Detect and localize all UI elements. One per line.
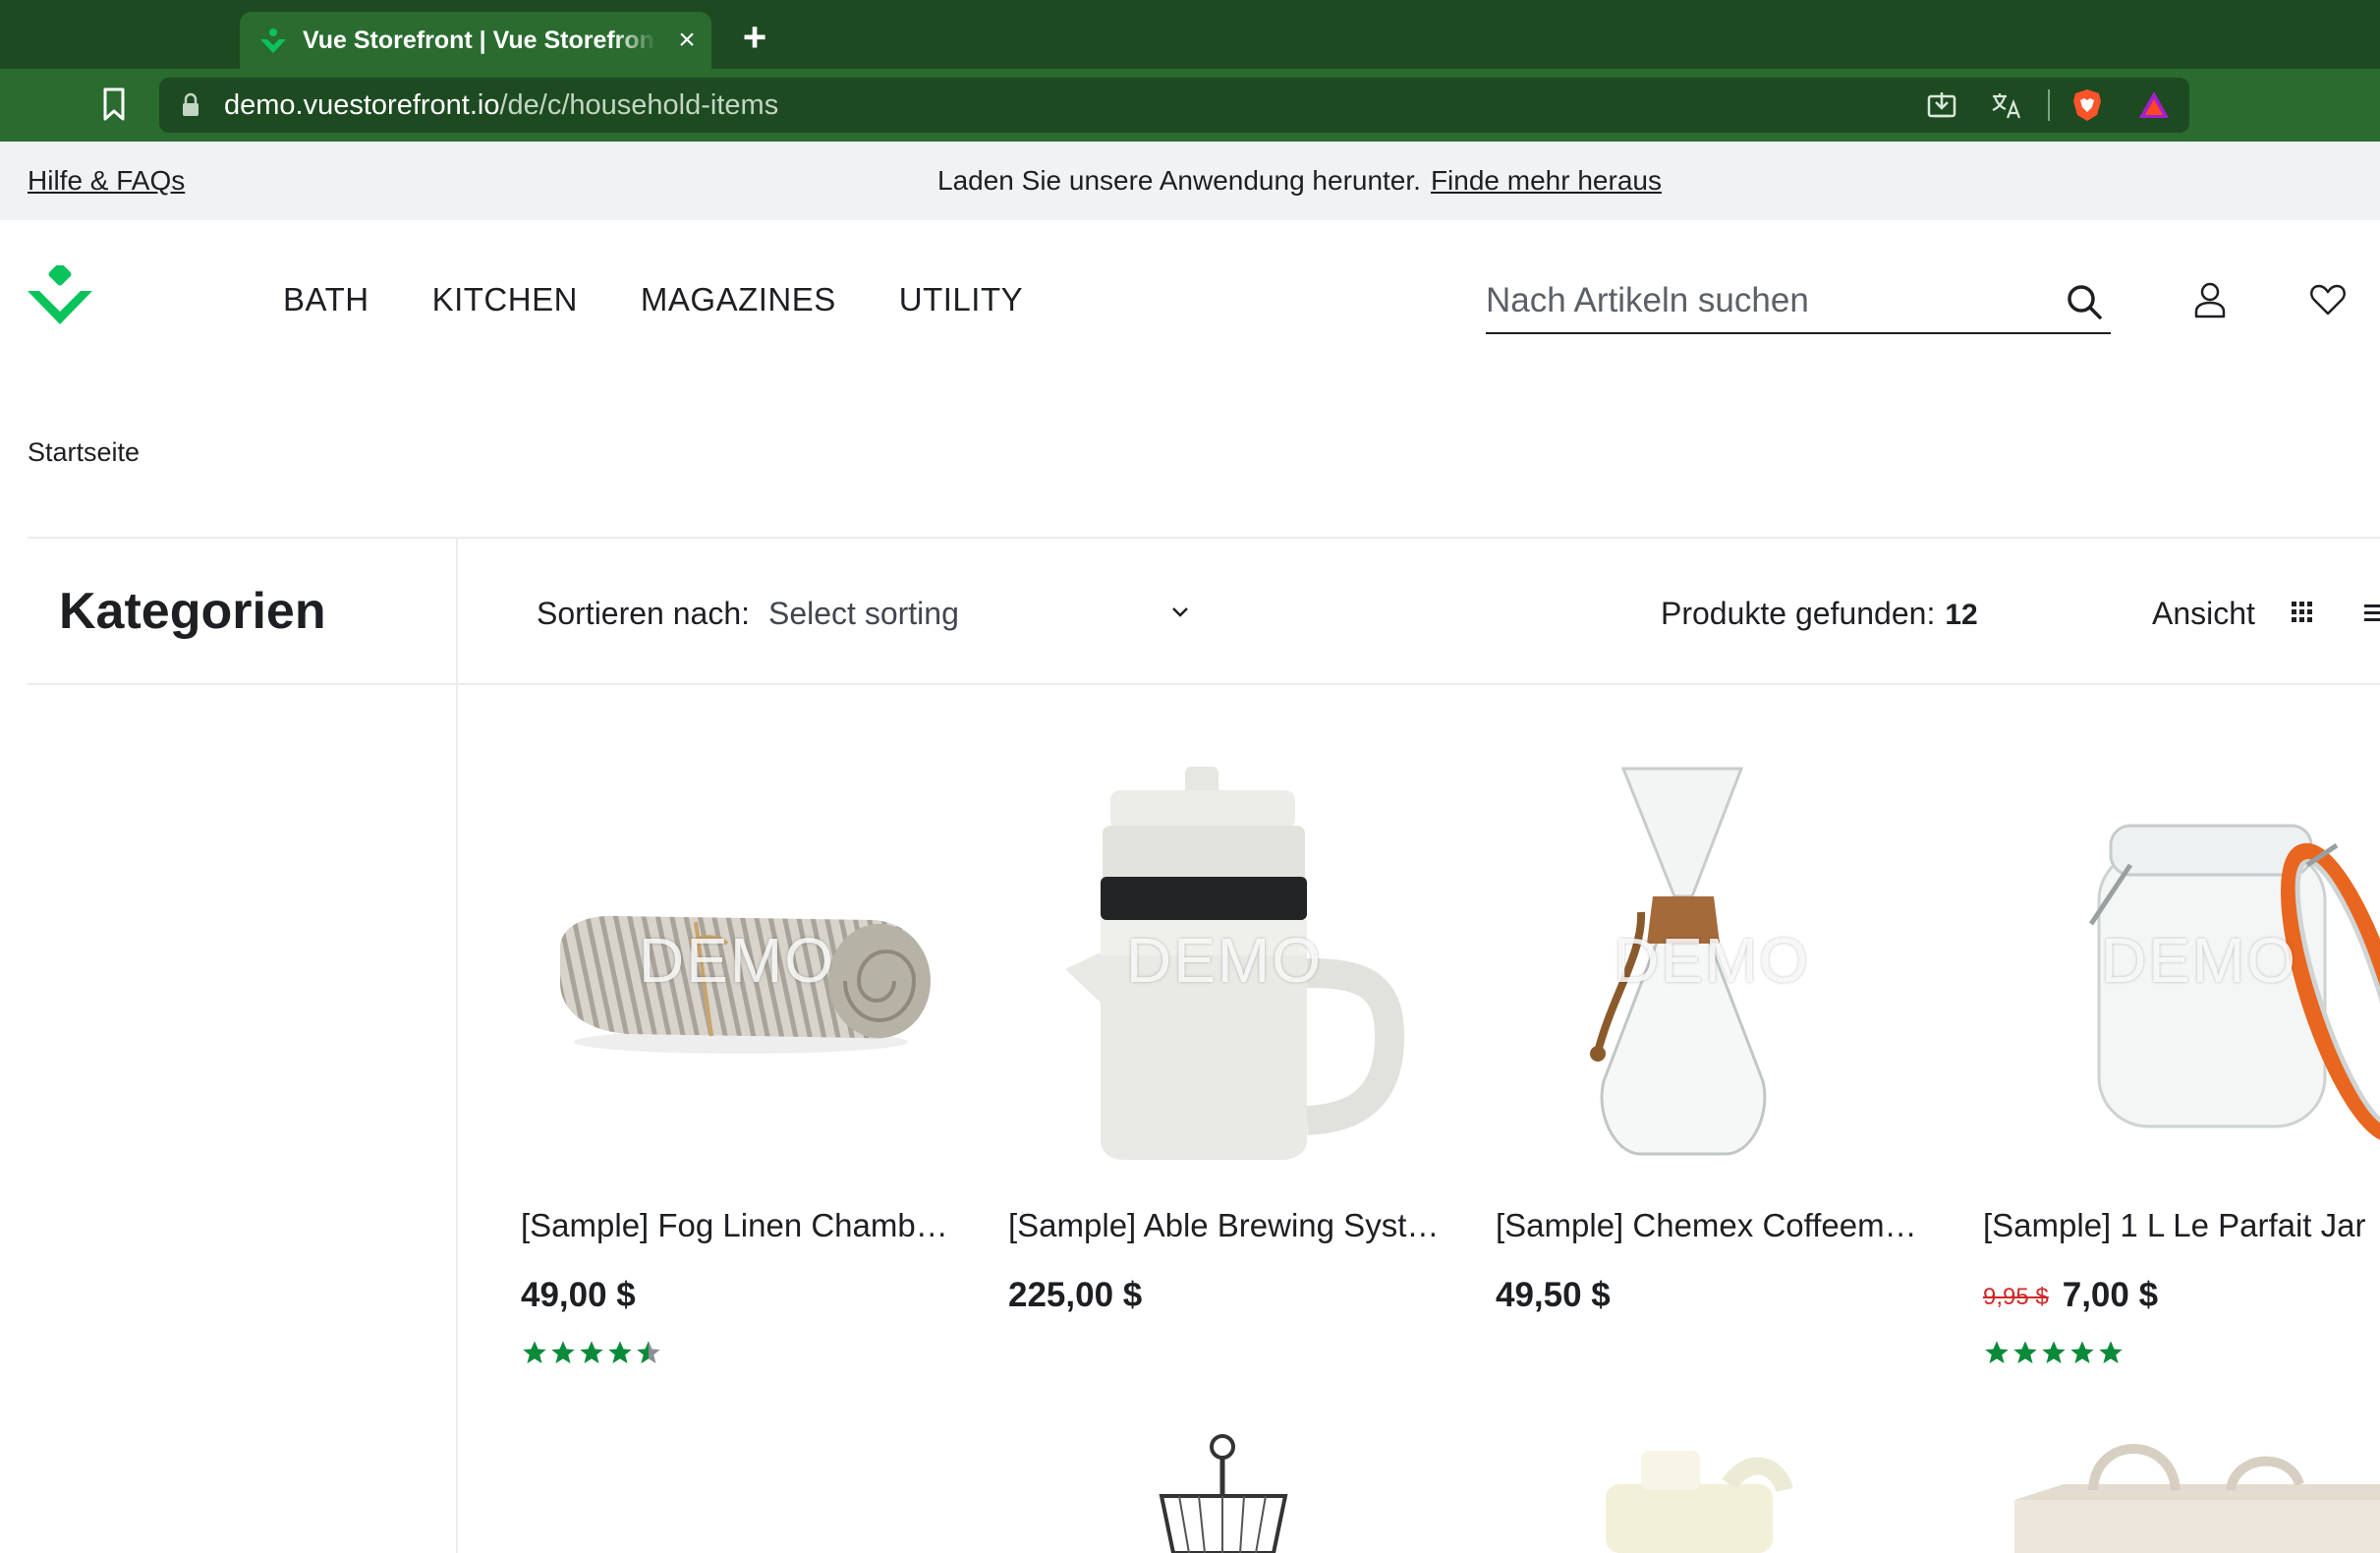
product-title[interactable]: [Sample] Chemex Coffeemaker 3 Cup [1496,1205,1928,1246]
star-icon [608,1341,632,1364]
nav-item-bath[interactable]: BATH [283,279,369,320]
current-price: 225,00 $ [1008,1276,1143,1314]
search-input[interactable] [1486,275,2036,326]
browser-tab-strip: Vue Storefront | Vue Storefront × + [0,0,2380,69]
help-faq-link[interactable]: Hilfe & FAQs [28,163,185,199]
product-image[interactable] [1140,1425,1307,1553]
list-view-icon[interactable] [2362,602,2380,623]
nav-item-kitchen[interactable]: KITCHEN [432,279,578,320]
browser-toolbar: demo.vuestorefront.io/de/c/household-ite… [0,69,2380,142]
sort-select[interactable]: Select sorting [768,590,1193,637]
product-image[interactable] [1582,1425,1818,1553]
search-icon[interactable] [2066,283,2103,320]
top-announcement-bar: Hilfe & FAQs Laden Sie unsere Anwendung … [0,142,2380,220]
products-found-count: 12 [1945,599,1978,631]
store-logo[interactable] [26,265,94,330]
main-navigation: BATH KITCHEN MAGAZINES UTILITY [283,279,1086,320]
learn-more-link[interactable]: Finde mehr heraus [1431,165,1662,196]
star-icon [2013,1341,2037,1364]
sort-value: Select sorting [768,596,959,631]
sidebar-divider [456,537,458,1553]
star-icon [2042,1341,2066,1364]
translate-icon[interactable] [1989,87,2024,123]
url-host: demo.vuestorefront.io [224,89,500,121]
product-image[interactable] [2005,1425,2380,1553]
sort-label: Sortieren nach: [537,596,751,631]
grid-view-icon[interactable] [2290,600,2313,623]
product-title[interactable]: [Sample] Able Brewing System [1008,1205,1441,1246]
star-icon [551,1341,575,1364]
search-bar [1486,275,2111,334]
star-icon [1985,1341,2009,1364]
star-icon [2070,1341,2094,1364]
lock-icon[interactable] [181,92,200,118]
nav-item-utility[interactable]: UTILITY [899,279,1023,320]
address-bar[interactable]: demo.vuestorefront.io/de/c/household-ite… [159,78,2189,133]
product-price: 225,00 $ [1008,1274,1142,1317]
current-price: 7,00 $ [2062,1276,2159,1314]
breadcrumb-home[interactable]: Startseite [28,434,140,470]
account-icon[interactable] [2193,281,2227,318]
chevron-down-icon [1172,607,1188,617]
demo-watermark: DEMO [2101,925,2297,996]
url-path: /de/c/household-items [499,89,779,121]
demo-watermark: DEMO [1614,925,1810,996]
divider [28,537,2380,539]
brave-shield-icon[interactable] [2069,87,2105,123]
nav-item-magazines[interactable]: MAGAZINES [641,279,836,320]
star-half-icon [637,1341,660,1364]
bookmark-icon[interactable] [98,86,130,122]
demo-watermark: DEMO [639,925,835,996]
toolbar-separator [2048,89,2050,121]
products-found-label: Produkte gefunden: [1661,596,1936,631]
product-rating [1983,1339,2125,1370]
star-icon [523,1341,546,1364]
demo-watermark: DEMO [1126,925,1323,996]
product-rating [521,1339,663,1370]
tab-close-icon[interactable]: × [670,24,704,57]
app-download-banner: Laden Sie unsere Anwendung herunter. Find… [937,163,1662,199]
url-text[interactable]: demo.vuestorefront.io/de/c/household-ite… [224,87,778,123]
old-price: 9,95 $ [1983,1283,2049,1310]
product-title[interactable]: [Sample] 1 L Le Parfait Jar [1983,1205,2380,1246]
wishlist-heart-icon[interactable] [2309,283,2347,316]
product-price: 49,00 $ [521,1274,636,1317]
star-icon [2099,1341,2123,1364]
star-icon [580,1341,603,1364]
vue-storefront-favicon-icon [260,29,286,53]
current-price: 49,00 $ [521,1276,636,1314]
view-label: Ansicht [2152,596,2255,631]
products-found: Produkte gefunden: 12 [1661,594,1978,635]
banner-text: Laden Sie unsere Anwendung herunter. [937,165,1421,196]
brave-rewards-icon[interactable] [2136,87,2172,123]
current-price: 49,50 $ [1496,1276,1611,1314]
tab-title: Vue Storefront | Vue Storefront [303,27,656,54]
product-title[interactable]: [Sample] Fog Linen Chambray Towel - Beig… [521,1205,953,1246]
product-price: 49,50 $ [1496,1274,1611,1317]
product-price: 9,95 $ 7,00 $ [1983,1274,2158,1319]
categories-heading: Kategorien [59,583,326,640]
divider [28,683,2380,685]
install-icon[interactable] [1924,87,1959,123]
new-tab-button[interactable]: + [735,17,774,58]
browser-tab-active[interactable]: Vue Storefront | Vue Storefront × [240,12,711,69]
